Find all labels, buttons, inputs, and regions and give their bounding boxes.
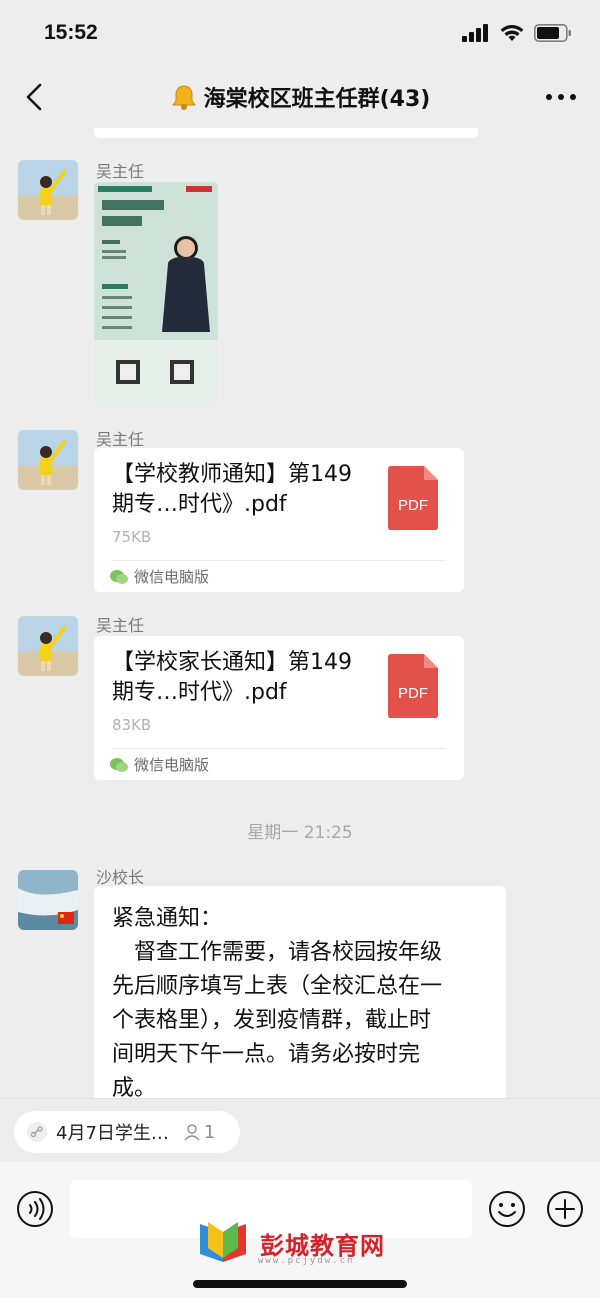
file-source-label: 微信电脑版 xyxy=(134,568,210,586)
nav-bar: 海棠校区班主任群(43) xyxy=(0,66,600,128)
file-source-label: 微信电脑版 xyxy=(134,756,210,774)
sender-name: 吴主任 xyxy=(96,430,145,449)
message-line: 督查工作需要，请各校园按年级 xyxy=(112,940,443,965)
home-indicator xyxy=(193,1280,407,1288)
message-line: 间明天下午一点。请务必按时完 xyxy=(112,1042,421,1067)
reference-count-value: 1 xyxy=(203,1121,216,1143)
svg-text:PDF: PDF xyxy=(398,685,428,702)
pdf-file-icon: PDF xyxy=(388,466,438,530)
more-options-icon[interactable] xyxy=(544,84,578,110)
referenced-message-chip[interactable]: 4月7日学生… 1 xyxy=(14,1111,240,1153)
bell-icon xyxy=(171,85,196,110)
file-size: 75KB xyxy=(112,528,152,546)
previous-message-bubble xyxy=(94,128,478,138)
svg-text:PDF: PDF xyxy=(398,497,428,514)
voice-input-icon[interactable] xyxy=(16,1190,54,1228)
wifi-icon xyxy=(500,25,524,41)
image-message-thumbnail[interactable] xyxy=(94,182,218,406)
avatar[interactable] xyxy=(18,870,78,930)
wechat-icon xyxy=(110,757,128,772)
status-time: 15:52 xyxy=(44,21,98,44)
input-bar: 彭城教育网 www.pcjydw.cn xyxy=(0,1162,600,1298)
status-icons xyxy=(462,24,572,42)
pdf-file-icon: PDF xyxy=(388,654,438,718)
avatar[interactable] xyxy=(18,430,78,490)
chat-area[interactable]: 吴主任 吴主任 【学校教师通知】第149期专…时代》.pdf 75KB PDF … xyxy=(0,128,600,1098)
wechat-icon xyxy=(110,569,128,584)
site-watermark: 彭城教育网 www.pcjydw.cn xyxy=(196,1222,385,1266)
file-size: 83KB xyxy=(112,716,152,734)
watermark-url: www.pcjydw.cn xyxy=(258,1256,355,1266)
message-line: 紧急通知： xyxy=(112,906,223,931)
file-name: 【学校教师通知】第149期专…时代》.pdf xyxy=(112,462,352,517)
sender-name: 吴主任 xyxy=(96,616,145,635)
text-message-bubble[interactable]: 紧急通知： 督查工作需要，请各校园按年级 先后顺序填写上表（全校汇总在一 个表格… xyxy=(94,886,506,1098)
divider xyxy=(112,748,446,749)
back-chevron-icon[interactable] xyxy=(20,80,50,114)
status-bar: 15:52 xyxy=(0,0,600,66)
person-icon xyxy=(184,1124,200,1141)
message-line: 成。 xyxy=(112,1076,157,1098)
reference-bar: 4月7日学生… 1 xyxy=(0,1098,600,1162)
sender-name: 沙校长 xyxy=(96,868,145,887)
link-icon xyxy=(27,1122,47,1142)
plus-icon[interactable] xyxy=(546,1190,584,1228)
file-message-bubble[interactable]: 【学校家长通知】第149期专…时代》.pdf 83KB PDF 微信电脑版 xyxy=(94,636,464,780)
message-line: 个表格里），发到疫情群，截止时 xyxy=(112,1008,432,1033)
chat-timestamp: 星期一 21:25 xyxy=(247,823,353,843)
file-source: 微信电脑版 xyxy=(110,566,209,587)
divider xyxy=(112,560,446,561)
emoji-icon[interactable] xyxy=(488,1190,526,1228)
avatar[interactable] xyxy=(18,616,78,676)
signal-icon xyxy=(462,24,488,42)
battery-icon xyxy=(534,24,571,42)
referenced-message-label: 4月7日学生… xyxy=(56,1123,169,1144)
message-line: 先后顺序填写上表（全校汇总在一 xyxy=(112,974,443,999)
file-name: 【学校家长通知】第149期专…时代》.pdf xyxy=(112,650,352,705)
avatar[interactable] xyxy=(18,160,78,220)
group-title: 海棠校区班主任群(43) xyxy=(170,81,431,113)
sender-name: 吴主任 xyxy=(96,162,145,181)
file-message-bubble[interactable]: 【学校教师通知】第149期专…时代》.pdf 75KB PDF 微信电脑版 xyxy=(94,448,464,592)
group-title-text: 海棠校区班主任群(43) xyxy=(203,87,431,112)
book-logo-icon xyxy=(200,1222,246,1262)
file-source: 微信电脑版 xyxy=(110,754,209,775)
reference-count: 1 xyxy=(183,1122,215,1143)
